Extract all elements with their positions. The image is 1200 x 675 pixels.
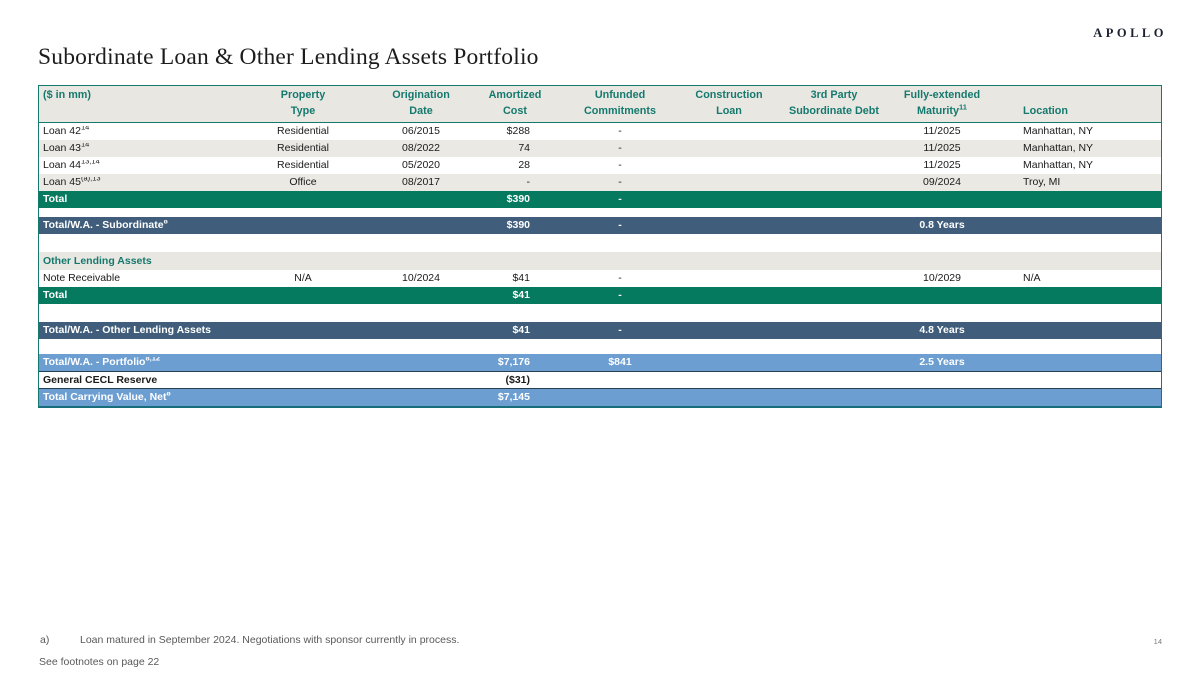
property-type-cell: Office [244,177,362,188]
location-cell: Troy, MI [984,177,1161,188]
see-footnotes-note: See footnotes on page 22 [39,656,159,668]
cecl-label: General CECL Reserve [39,375,244,386]
total-subordinate-row: Total $390 - [39,191,1161,208]
unfunded-cell: - [550,194,690,205]
header-fully-extended-maturity: Fully-extendedMaturity11 [900,86,984,122]
wa-other-lending-row: Total/W.A. - Other Lending Assets $41 - … [39,322,1161,339]
property-type-cell: Residential [244,143,362,154]
header-construction-loan: ConstructionLoan [690,86,768,122]
unfunded-cell: - [550,160,690,171]
amortized-cost-cell: $288 [480,126,550,137]
header-money-unit: ($ in mm) [39,86,244,122]
loan-label: Note Receivable [39,273,244,284]
origination-date-cell: 08/2022 [362,143,480,154]
wa-subordinate-row: Total/W.A. - Subordinate8 $390 - 0.8 Yea… [39,217,1161,234]
apollo-logo: APOLLO [1093,26,1167,41]
header-property-type: PropertyType [244,86,362,122]
unfunded-cell: - [550,290,690,301]
unfunded-cell: - [550,325,690,336]
table-row-loan-45: Loan 45(a),13 Office 08/2017 - - 09/2024… [39,174,1161,191]
subtotal-label: Total/W.A. - Other Lending Assets [39,325,244,336]
total-label: Total [39,194,244,205]
amortized-cost-cell: $390 [480,220,550,231]
portfolio-table: ($ in mm) PropertyType OriginationDate A… [38,85,1162,408]
footnote-a: a) Loan matured in September 2024. Negot… [40,634,459,646]
location-cell: N/A [984,273,1161,284]
maturity-cell: 2.5 Years [900,357,984,368]
amortized-cost-cell: - [480,177,550,188]
spacer-row [39,208,1161,217]
location-cell: Manhattan, NY [984,160,1161,171]
subtotal-label: Total/W.A. - Subordinate8 [39,220,244,231]
property-type-cell: Residential [244,160,362,171]
amortized-cost-cell: 74 [480,143,550,154]
location-cell: Manhattan, NY [984,126,1161,137]
unfunded-cell: - [550,177,690,188]
maturity-cell: 11/2025 [900,160,984,171]
table-header-row: ($ in mm) PropertyType OriginationDate A… [39,86,1161,123]
loan-label: Loan 4314 [39,143,244,154]
loan-label: Loan 45(a),13 [39,177,244,188]
header-location: Location [984,86,1161,122]
table-row-loan-42: Loan 4214 Residential 06/2015 $288 - 11/… [39,123,1161,140]
total-carrying-value-row: Total Carrying Value, Net8 $7,145 [39,389,1161,406]
amortized-cost-cell: $41 [480,325,550,336]
origination-date-cell: 10/2024 [362,273,480,284]
origination-date-cell: 06/2015 [362,126,480,137]
spacer-row [39,234,1161,252]
location-cell: Manhattan, NY [984,143,1161,154]
header-subordinate-debt: 3rd PartySubordinate Debt [768,86,900,122]
amortized-cost-cell: 28 [480,160,550,171]
spacer-row [39,304,1161,322]
portfolio-label: Total/W.A. - Portfolio8,12 [39,357,244,368]
maturity-cell: 10/2029 [900,273,984,284]
section-other-lending-assets: Other Lending Assets [39,252,1161,270]
unfunded-cell: $841 [550,357,690,368]
origination-date-cell: 08/2017 [362,177,480,188]
table-row-note-receivable: Note Receivable N/A 10/2024 $41 - 10/202… [39,270,1161,287]
wa-portfolio-row: Total/W.A. - Portfolio8,12 $7,176 $841 2… [39,354,1161,371]
section-label: Other Lending Assets [39,256,244,267]
maturity-cell: 4.8 Years [900,325,984,336]
header-origination-date: OriginationDate [362,86,480,122]
property-type-cell: Residential [244,126,362,137]
footnote-text: Loan matured in September 2024. Negotiat… [80,634,459,646]
unfunded-cell: - [550,143,690,154]
unfunded-cell: - [550,273,690,284]
page-title: Subordinate Loan & Other Lending Assets … [38,44,539,71]
maturity-cell: 11/2025 [900,126,984,137]
total-label: Total [39,290,244,301]
footnote-marker: a) [40,634,80,646]
header-unfunded-commitments: UnfundedCommitments [550,86,690,122]
amortized-cost-cell: $7,145 [480,392,550,403]
carrying-value-label: Total Carrying Value, Net8 [39,392,244,403]
header-amortized-cost: AmortizedCost [480,86,550,122]
unfunded-cell: - [550,126,690,137]
maturity-cell: 09/2024 [900,177,984,188]
amortized-cost-cell: $41 [480,273,550,284]
cecl-reserve-row: General CECL Reserve ($31) [39,371,1161,389]
unfunded-cell: - [550,220,690,231]
amortized-cost-cell: $41 [480,290,550,301]
table-row-loan-44: Loan 4413,14 Residential 05/2020 28 - 11… [39,157,1161,174]
amortized-cost-cell: ($31) [480,375,550,386]
maturity-cell: 0.8 Years [900,220,984,231]
amortized-cost-cell: $7,176 [480,357,550,368]
table-row-loan-43: Loan 4314 Residential 08/2022 74 - 11/20… [39,140,1161,157]
property-type-cell: N/A [244,273,362,284]
maturity-cell: 11/2025 [900,143,984,154]
loan-label: Loan 4413,14 [39,160,244,171]
amortized-cost-cell: $390 [480,194,550,205]
spacer-row [39,339,1161,354]
loan-label: Loan 4214 [39,126,244,137]
total-other-row: Total $41 - [39,287,1161,304]
page-number: 14 [1154,637,1162,646]
origination-date-cell: 05/2020 [362,160,480,171]
